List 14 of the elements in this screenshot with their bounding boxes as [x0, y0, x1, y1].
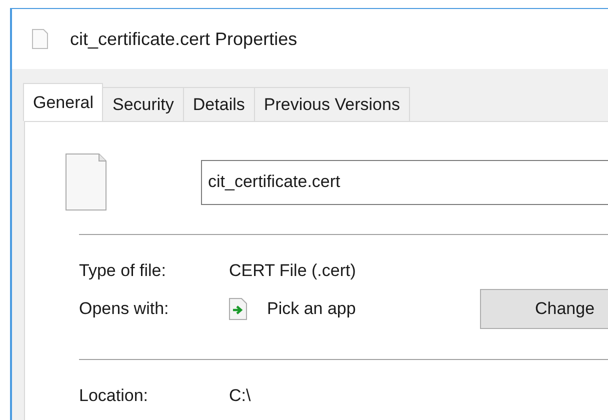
property-label: Type of file: [79, 261, 167, 281]
property-label: Location: [79, 386, 149, 406]
tab[interactable]: Previous Versions [254, 87, 410, 121]
property-value: C:\ [229, 386, 251, 406]
property-value: Pick an app [267, 299, 356, 319]
window-title: cit_certificate.cert Properties [70, 28, 298, 50]
property-value: CERT File (.cert) [229, 261, 356, 281]
change-button[interactable]: Change [480, 289, 608, 329]
app-arrow-icon [229, 298, 247, 320]
tab[interactable]: General [23, 83, 104, 121]
file-icon [65, 153, 107, 211]
file-icon [32, 29, 48, 49]
property-label: Opens with: [79, 299, 170, 319]
file-name-field[interactable]: cit_certificate.cert [201, 160, 608, 204]
